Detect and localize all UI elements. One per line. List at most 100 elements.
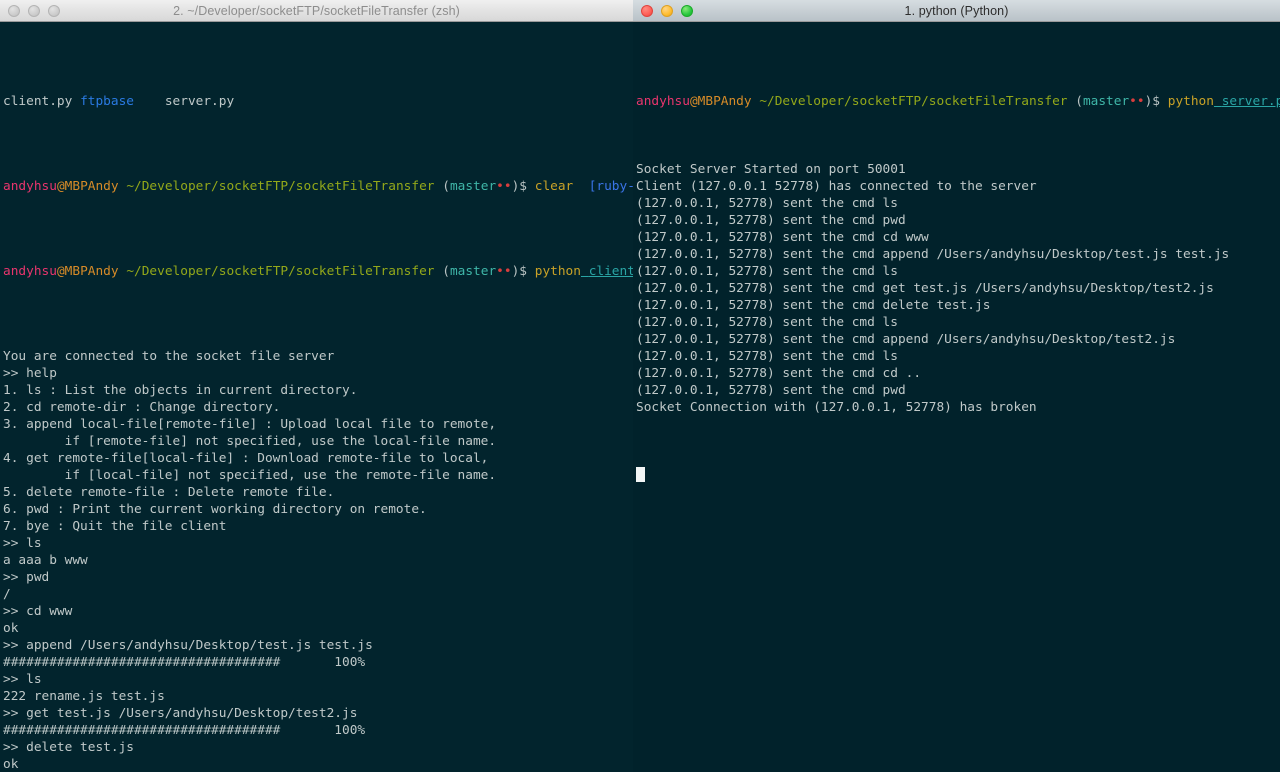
prompt-path: ~/Developer/socketFTP/socketFileTransfer [126,264,435,279]
git-dirty-dots-icon: •• [496,179,512,194]
terminal-prompt-line: andyhsu@MBPAndy ~/Developer/socketFTP/so… [3,178,633,195]
prompt-at: @ [56,264,65,279]
terminal-line: (127.0.0.1, 52778) sent the cmd get test… [636,281,1214,296]
terminal-output-left[interactable]: client.py ftpbase server.py andyhsu@MBPA… [0,22,633,772]
close-button-icon[interactable] [8,5,20,17]
traffic-lights-left[interactable] [8,0,60,21]
terminal-line: >> cd www [3,604,73,619]
prompt-host: MBPAndy [697,94,752,109]
terminal-line: client.py ftpbase server.py [3,93,633,110]
minimize-button-icon[interactable] [661,5,673,17]
terminal-line: 3. append local-file[remote-file] : Uplo… [3,417,497,432]
titlebar-left[interactable]: 2. ~/Developer/socketFTP/socketFileTrans… [0,0,633,22]
prompt-user: andyhsu [3,179,57,194]
terminal-line: Socket Connection with (127.0.0.1, 52778… [636,400,1037,415]
terminal-line: >> ls [3,672,42,687]
terminal-line: (127.0.0.1, 52778) sent the cmd delete t… [636,298,991,313]
terminal-line: (127.0.0.1, 52778) sent the cmd cd www [636,230,929,245]
window-title-right: 1. python (Python) [904,3,1009,18]
terminal-line: 5. delete remote-file : Delete remote fi… [3,485,335,500]
window-title-left: 2. ~/Developer/socketFTP/socketFileTrans… [173,3,460,18]
progress-bar-hashes: #################################### [3,723,281,738]
progress-bar-hashes: #################################### [3,655,281,670]
command-python: python [1167,94,1214,109]
terminal-line: (127.0.0.1, 52778) sent the cmd ls [636,196,898,211]
prompt-path: ~/Developer/socketFTP/socketFileTransfer [759,94,1068,109]
prompt-user: andyhsu [636,94,690,109]
prompt-git-branch: master [449,179,497,194]
prompt-open-paren: ( [1075,94,1083,109]
file-server-py: server.py [164,94,235,109]
command-clear: clear [534,179,574,194]
prompt-close-paren: )$ [1144,94,1161,109]
git-dirty-dots-icon: •• [496,264,512,279]
terminal-line: (127.0.0.1, 52778) sent the cmd ls [636,264,898,279]
terminal-line: >> delete test.js [3,740,134,755]
terminal-line: ok [3,757,19,772]
close-button-icon[interactable] [641,5,653,17]
terminal-line: 222 rename.js test.js [3,689,165,704]
terminal-line: Socket Server Started on port 50001 [636,162,906,177]
terminal-output-body-left: You are connected to the socket file ser… [3,348,633,772]
prompt-open-paren: ( [442,264,450,279]
titlebar-right[interactable]: 1. python (Python) [633,0,1280,22]
terminal-line: >> pwd [3,570,50,585]
terminal-line: 1. ls : List the objects in current dire… [3,383,358,398]
terminal-cursor-line [636,467,1280,484]
progress-percent: 100% [334,723,366,738]
terminal-line: (127.0.0.1, 52778) sent the cmd pwd [636,213,906,228]
terminal-line: if [local-file] not specified, use the r… [3,468,497,483]
prompt-host: MBPAndy [64,179,119,194]
terminal-line: Client (127.0.0.1 52778) has connected t… [636,179,1037,194]
terminal-line: (127.0.0.1, 52778) sent the cmd append /… [636,332,1176,347]
terminal-line: (127.0.0.1, 52778) sent the cmd cd .. [636,366,922,381]
prompt-open-paren: ( [442,179,450,194]
terminal-line: >> append /Users/andyhsu/Desktop/test.js… [3,638,373,653]
dir-ftpbase: ftpbase [80,94,134,109]
terminal-window-left[interactable]: 2. ~/Developer/socketFTP/socketFileTrans… [0,0,633,772]
terminal-prompt-line: andyhsu@MBPAndy ~/Developer/socketFTP/so… [3,263,633,280]
prompt-close-paren: )$ [511,179,528,194]
terminal-output-right[interactable]: andyhsu@MBPAndy ~/Developer/socketFTP/so… [633,22,1280,772]
terminal-prompt-line: andyhsu@MBPAndy ~/Developer/socketFTP/so… [636,93,1280,110]
terminal-line: (127.0.0.1, 52778) sent the cmd pwd [636,383,906,398]
maximize-button-icon[interactable] [48,5,60,17]
terminal-line: >> get test.js /Users/andyhsu/Desktop/te… [3,706,358,721]
terminal-line: ok [3,621,19,636]
terminal-line: (127.0.0.1, 52778) sent the cmd ls [636,349,898,364]
desktop: 2. ~/Developer/socketFTP/socketFileTrans… [0,0,1280,772]
progress-percent: 100% [334,655,366,670]
terminal-line: 6. pwd : Print the current working direc… [3,502,427,517]
terminal-window-right[interactable]: 1. python (Python) andyhsu@MBPAndy ~/Dev… [633,0,1280,772]
terminal-line: / [3,587,11,602]
terminal-line: 4. get remote-file[local-file] : Downloa… [3,451,489,466]
prompt-host: MBPAndy [64,264,119,279]
script-server-py: server.py [1221,94,1280,109]
terminal-line: (127.0.0.1, 52778) sent the cmd ls [636,315,898,330]
prompt-user: andyhsu [3,264,57,279]
minimize-button-icon[interactable] [28,5,40,17]
terminal-line: (127.0.0.1, 52778) sent the cmd append /… [636,247,1230,262]
terminal-line: >> help [3,366,57,381]
prompt-git-branch: master [1082,94,1130,109]
prompt-at: @ [56,179,65,194]
script-client-py: client.py [588,264,633,279]
terminal-line: if [remote-file] not specified, use the … [3,434,497,449]
terminal-line: #################################### 100… [3,722,633,739]
terminal-line: #################################### 100… [3,654,633,671]
terminal-line: >> ls [3,536,42,551]
terminal-line: a aaa b www [3,553,88,568]
ruby-version-badge: [ruby-2.2.0] [588,179,633,194]
traffic-lights-right[interactable] [641,0,693,21]
git-dirty-dots-icon: •• [1129,94,1145,109]
file-client-py: client.py [3,94,73,109]
terminal-line: 2. cd remote-dir : Change directory. [3,400,281,415]
text-cursor-active[interactable] [636,467,645,482]
prompt-git-branch: master [449,264,497,279]
maximize-button-icon[interactable] [681,5,693,17]
terminal-line: 7. bye : Quit the file client [3,519,227,534]
prompt-at: @ [689,94,698,109]
command-python: python [534,264,581,279]
terminal-line: You are connected to the socket file ser… [3,349,335,364]
terminal-output-body-right: Socket Server Started on port 50001 Clien… [636,161,1280,416]
